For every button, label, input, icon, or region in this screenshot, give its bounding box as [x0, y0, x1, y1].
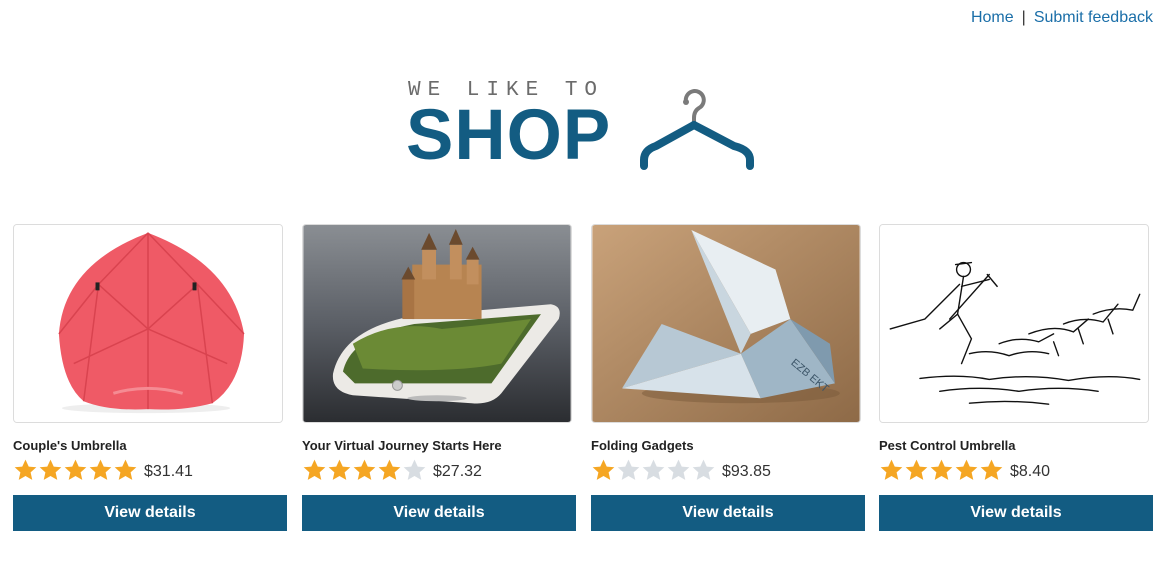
product-image-sketch[interactable] [879, 224, 1149, 423]
product-image-phone-castle[interactable] [302, 224, 572, 423]
hanger-icon [640, 89, 754, 170]
star-filled-icon [592, 459, 615, 480]
product-title[interactable]: Couple's Umbrella [13, 438, 287, 454]
product-price: $8.40 [1010, 463, 1051, 480]
product-price: $31.41 [144, 463, 193, 480]
site-logo[interactable]: WE LIKE TO SHOP [406, 76, 766, 176]
view-details-button[interactable]: View details [879, 495, 1153, 531]
star-empty-icon [667, 459, 690, 480]
product-image-umbrella[interactable] [13, 224, 283, 423]
star-filled-icon [14, 459, 37, 480]
star-filled-icon [378, 459, 401, 480]
star-filled-icon [955, 459, 978, 480]
product-image-origami[interactable]: EZB EKT [591, 224, 861, 423]
product-card: Couple's Umbrella $31.41 View details [13, 224, 287, 531]
product-title[interactable]: Pest Control Umbrella [879, 438, 1153, 454]
product-title[interactable]: Folding Gadgets [591, 438, 865, 454]
star-empty-icon [692, 459, 715, 480]
sketch-image [880, 225, 1148, 422]
product-grid: Couple's Umbrella $31.41 View details Yo… [13, 224, 1154, 534]
view-details-button[interactable]: View details [13, 495, 287, 531]
umbrella-image [14, 225, 282, 422]
rating-row: $93.85 [591, 457, 865, 483]
view-details-button[interactable]: View details [302, 495, 576, 531]
star-filled-icon [114, 459, 137, 480]
phone-castle-image [303, 225, 571, 422]
star-empty-icon [403, 459, 426, 480]
rating-row: $27.32 [302, 457, 576, 483]
star-rating [13, 458, 138, 482]
submit-feedback-link[interactable]: Submit feedback [1034, 9, 1153, 26]
star-rating [302, 458, 427, 482]
product-card: EZB EKT Folding Gadgets $93.85 View deta… [591, 224, 865, 531]
view-details-button[interactable]: View details [591, 495, 865, 531]
star-rating [879, 458, 1004, 482]
product-price: $93.85 [722, 463, 771, 480]
product-card: Your Virtual Journey Starts Here $27.32 … [302, 224, 576, 531]
logo-word: SHOP [406, 96, 612, 175]
star-filled-icon [930, 459, 953, 480]
rating-row: $8.40 [879, 457, 1153, 483]
star-filled-icon [303, 459, 326, 480]
star-filled-icon [905, 459, 928, 480]
origami-image: EZB EKT [592, 225, 860, 422]
star-empty-icon [617, 459, 640, 480]
star-filled-icon [353, 459, 376, 480]
star-filled-icon [328, 459, 351, 480]
star-filled-icon [880, 459, 903, 480]
product-card: Pest Control Umbrella $8.40 View details [879, 224, 1153, 531]
home-link[interactable]: Home [971, 9, 1014, 26]
star-filled-icon [64, 459, 87, 480]
star-filled-icon [980, 459, 1003, 480]
top-nav: Home | Submit feedback [971, 9, 1153, 27]
star-filled-icon [39, 459, 62, 480]
nav-separator: | [1021, 9, 1026, 26]
rating-row: $31.41 [13, 457, 287, 483]
product-title[interactable]: Your Virtual Journey Starts Here [302, 438, 576, 454]
star-filled-icon [89, 459, 112, 480]
star-rating [591, 458, 716, 482]
star-empty-icon [642, 459, 665, 480]
product-price: $27.32 [433, 463, 482, 480]
